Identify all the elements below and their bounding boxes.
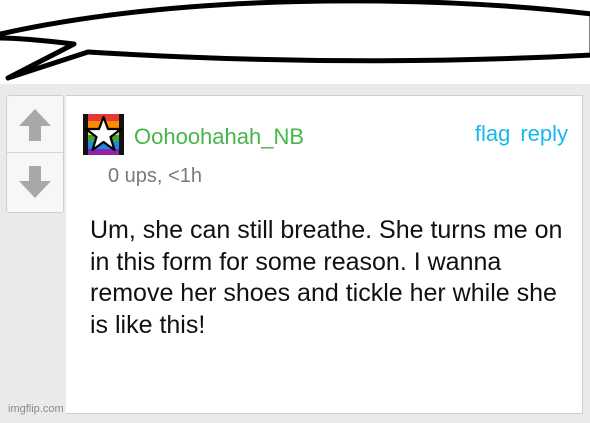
speech-bubble	[0, 0, 590, 90]
imgflip-watermark: imgflip.com	[8, 403, 64, 415]
comment-actions: flag reply	[475, 121, 568, 147]
vote-box	[6, 95, 64, 213]
flag-link[interactable]: flag	[475, 121, 510, 147]
upvote-button[interactable]	[7, 98, 63, 153]
reply-link[interactable]: reply	[520, 121, 568, 147]
rainbow-star-avatar[interactable]	[83, 114, 124, 155]
comment-username[interactable]: Oohoohahah_NB	[134, 124, 304, 150]
arrow-up-icon	[19, 109, 51, 141]
comment-meta: 0 ups, <1h	[108, 165, 202, 187]
comment-card: Oohoohahah_NB flag reply 0 ups, <1h Um, …	[66, 95, 583, 414]
comment-body: Um, she can still breathe. She turns me …	[90, 216, 563, 339]
downvote-button[interactable]	[7, 154, 63, 210]
comment-panel: Oohoohahah_NB flag reply 0 ups, <1h Um, …	[0, 84, 590, 423]
arrow-down-icon	[19, 166, 51, 198]
